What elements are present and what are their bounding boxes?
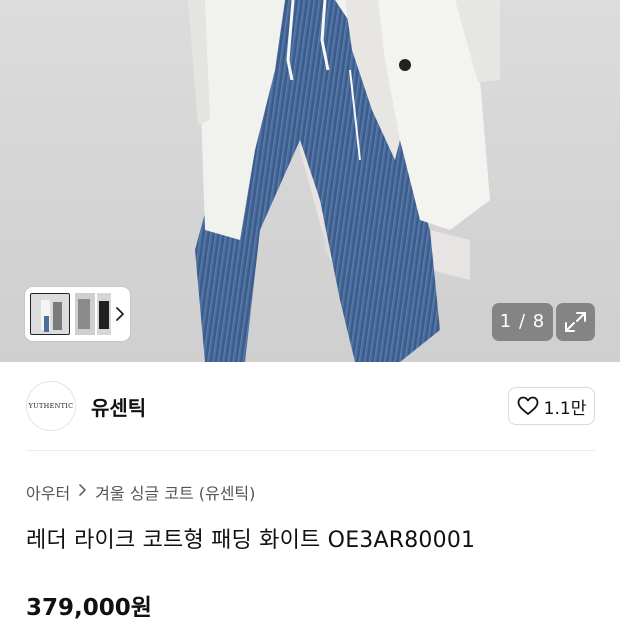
thumbnail-1[interactable] — [30, 293, 70, 335]
breadcrumb-category[interactable]: 아우터 — [26, 480, 70, 504]
heart-icon — [517, 396, 539, 415]
expand-icon — [565, 312, 586, 332]
product-price: 379,000원 — [26, 595, 152, 620]
brand-name[interactable]: 유센틱 — [91, 392, 146, 421]
thumbnail-3[interactable] — [97, 293, 111, 335]
product-image[interactable]: 1 / 8 — [0, 0, 620, 362]
brand-logo-text: YUTHENTIC — [28, 402, 74, 410]
like-button[interactable]: 1.1만 — [508, 387, 595, 425]
image-counter: 1 / 8 — [492, 303, 553, 341]
expand-button[interactable] — [556, 303, 595, 341]
divider — [26, 450, 595, 451]
chevron-right-icon — [78, 483, 87, 501]
thumbnail-2[interactable] — [75, 293, 95, 335]
brand-logo[interactable]: YUTHENTIC — [26, 381, 76, 431]
thumbnail-strip[interactable] — [25, 287, 130, 341]
product-title: 레더 라이크 코트형 패딩 화이트 OE3AR80001 — [26, 528, 476, 553]
breadcrumb: 아우터 겨울 싱글 코트 (유센틱) — [26, 480, 255, 504]
like-count: 1.1만 — [543, 398, 587, 419]
chevron-right-icon[interactable] — [113, 306, 127, 322]
breadcrumb-subcategory[interactable]: 겨울 싱글 코트 (유센틱) — [95, 480, 255, 504]
